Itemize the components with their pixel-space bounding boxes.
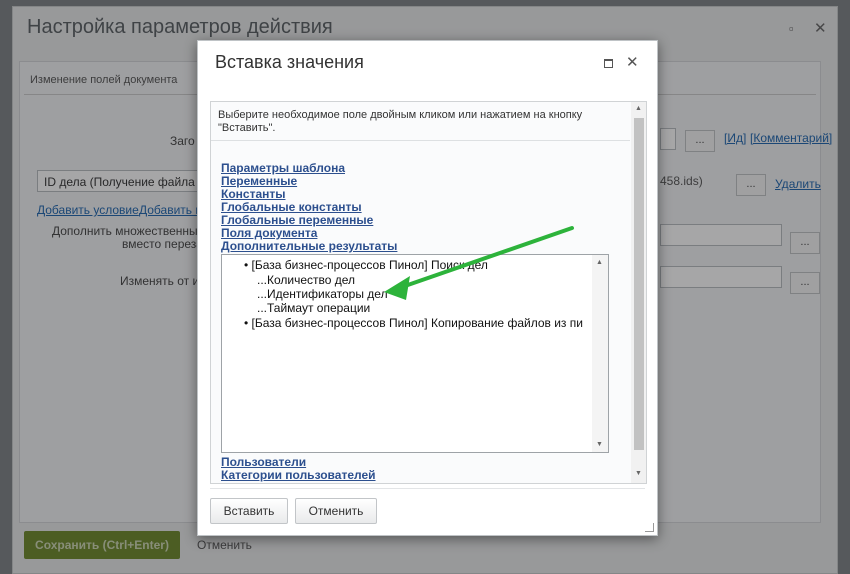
link-user-categories[interactable]: Категории пользователей	[221, 469, 376, 482]
modal-title: Вставка значения	[215, 52, 364, 72]
field-picker-panel: Выберите необходимое поле двойным кликом…	[210, 101, 647, 484]
bottom-link-list: Пользователи Категории пользователей	[221, 456, 376, 482]
tree-item-timeout[interactable]: ...Таймаут операции	[257, 301, 370, 315]
modal-header: Вставка значения ✕	[198, 41, 657, 85]
top-link-list: Параметры шаблона Переменные Константы Г…	[221, 162, 397, 253]
maximize-icon[interactable]	[604, 59, 613, 68]
tree-item-ids[interactable]: ...Идентификаторы дел	[257, 287, 388, 301]
insert-button[interactable]: Вставить	[210, 498, 288, 524]
tree-item-count[interactable]: ...Количество дел	[257, 273, 355, 287]
scroll-down-icon[interactable]: ▼	[635, 470, 642, 477]
scrollbar-thumb[interactable]	[634, 118, 644, 450]
tree-group-search[interactable]: • [База бизнес-процессов Пинол] Поиск де…	[244, 258, 488, 272]
instruction-text: Выберите необходимое поле двойным кликом…	[218, 109, 583, 134]
scroll-up-icon[interactable]: ▲	[596, 259, 603, 266]
resize-handle[interactable]	[645, 523, 654, 532]
divider	[211, 140, 630, 141]
tree-scrollbar[interactable]: ▲ ▼	[592, 255, 608, 452]
results-tree[interactable]: • [База бизнес-процессов Пинол] Поиск де…	[221, 254, 609, 453]
scroll-down-icon[interactable]: ▼	[596, 441, 603, 448]
insert-value-modal: Вставка значения ✕ Выберите необходимое …	[197, 40, 658, 536]
tree-group-copy[interactable]: • [База бизнес-процессов Пинол] Копирова…	[244, 316, 583, 330]
close-icon[interactable]: ✕	[626, 53, 639, 71]
scroll-up-icon[interactable]: ▲	[635, 105, 642, 112]
link-additional-results[interactable]: Дополнительные результаты	[221, 240, 397, 253]
panel-scrollbar[interactable]: ▲ ▼	[631, 102, 646, 483]
divider	[210, 488, 645, 489]
cancel-button[interactable]: Отменить	[295, 498, 377, 524]
